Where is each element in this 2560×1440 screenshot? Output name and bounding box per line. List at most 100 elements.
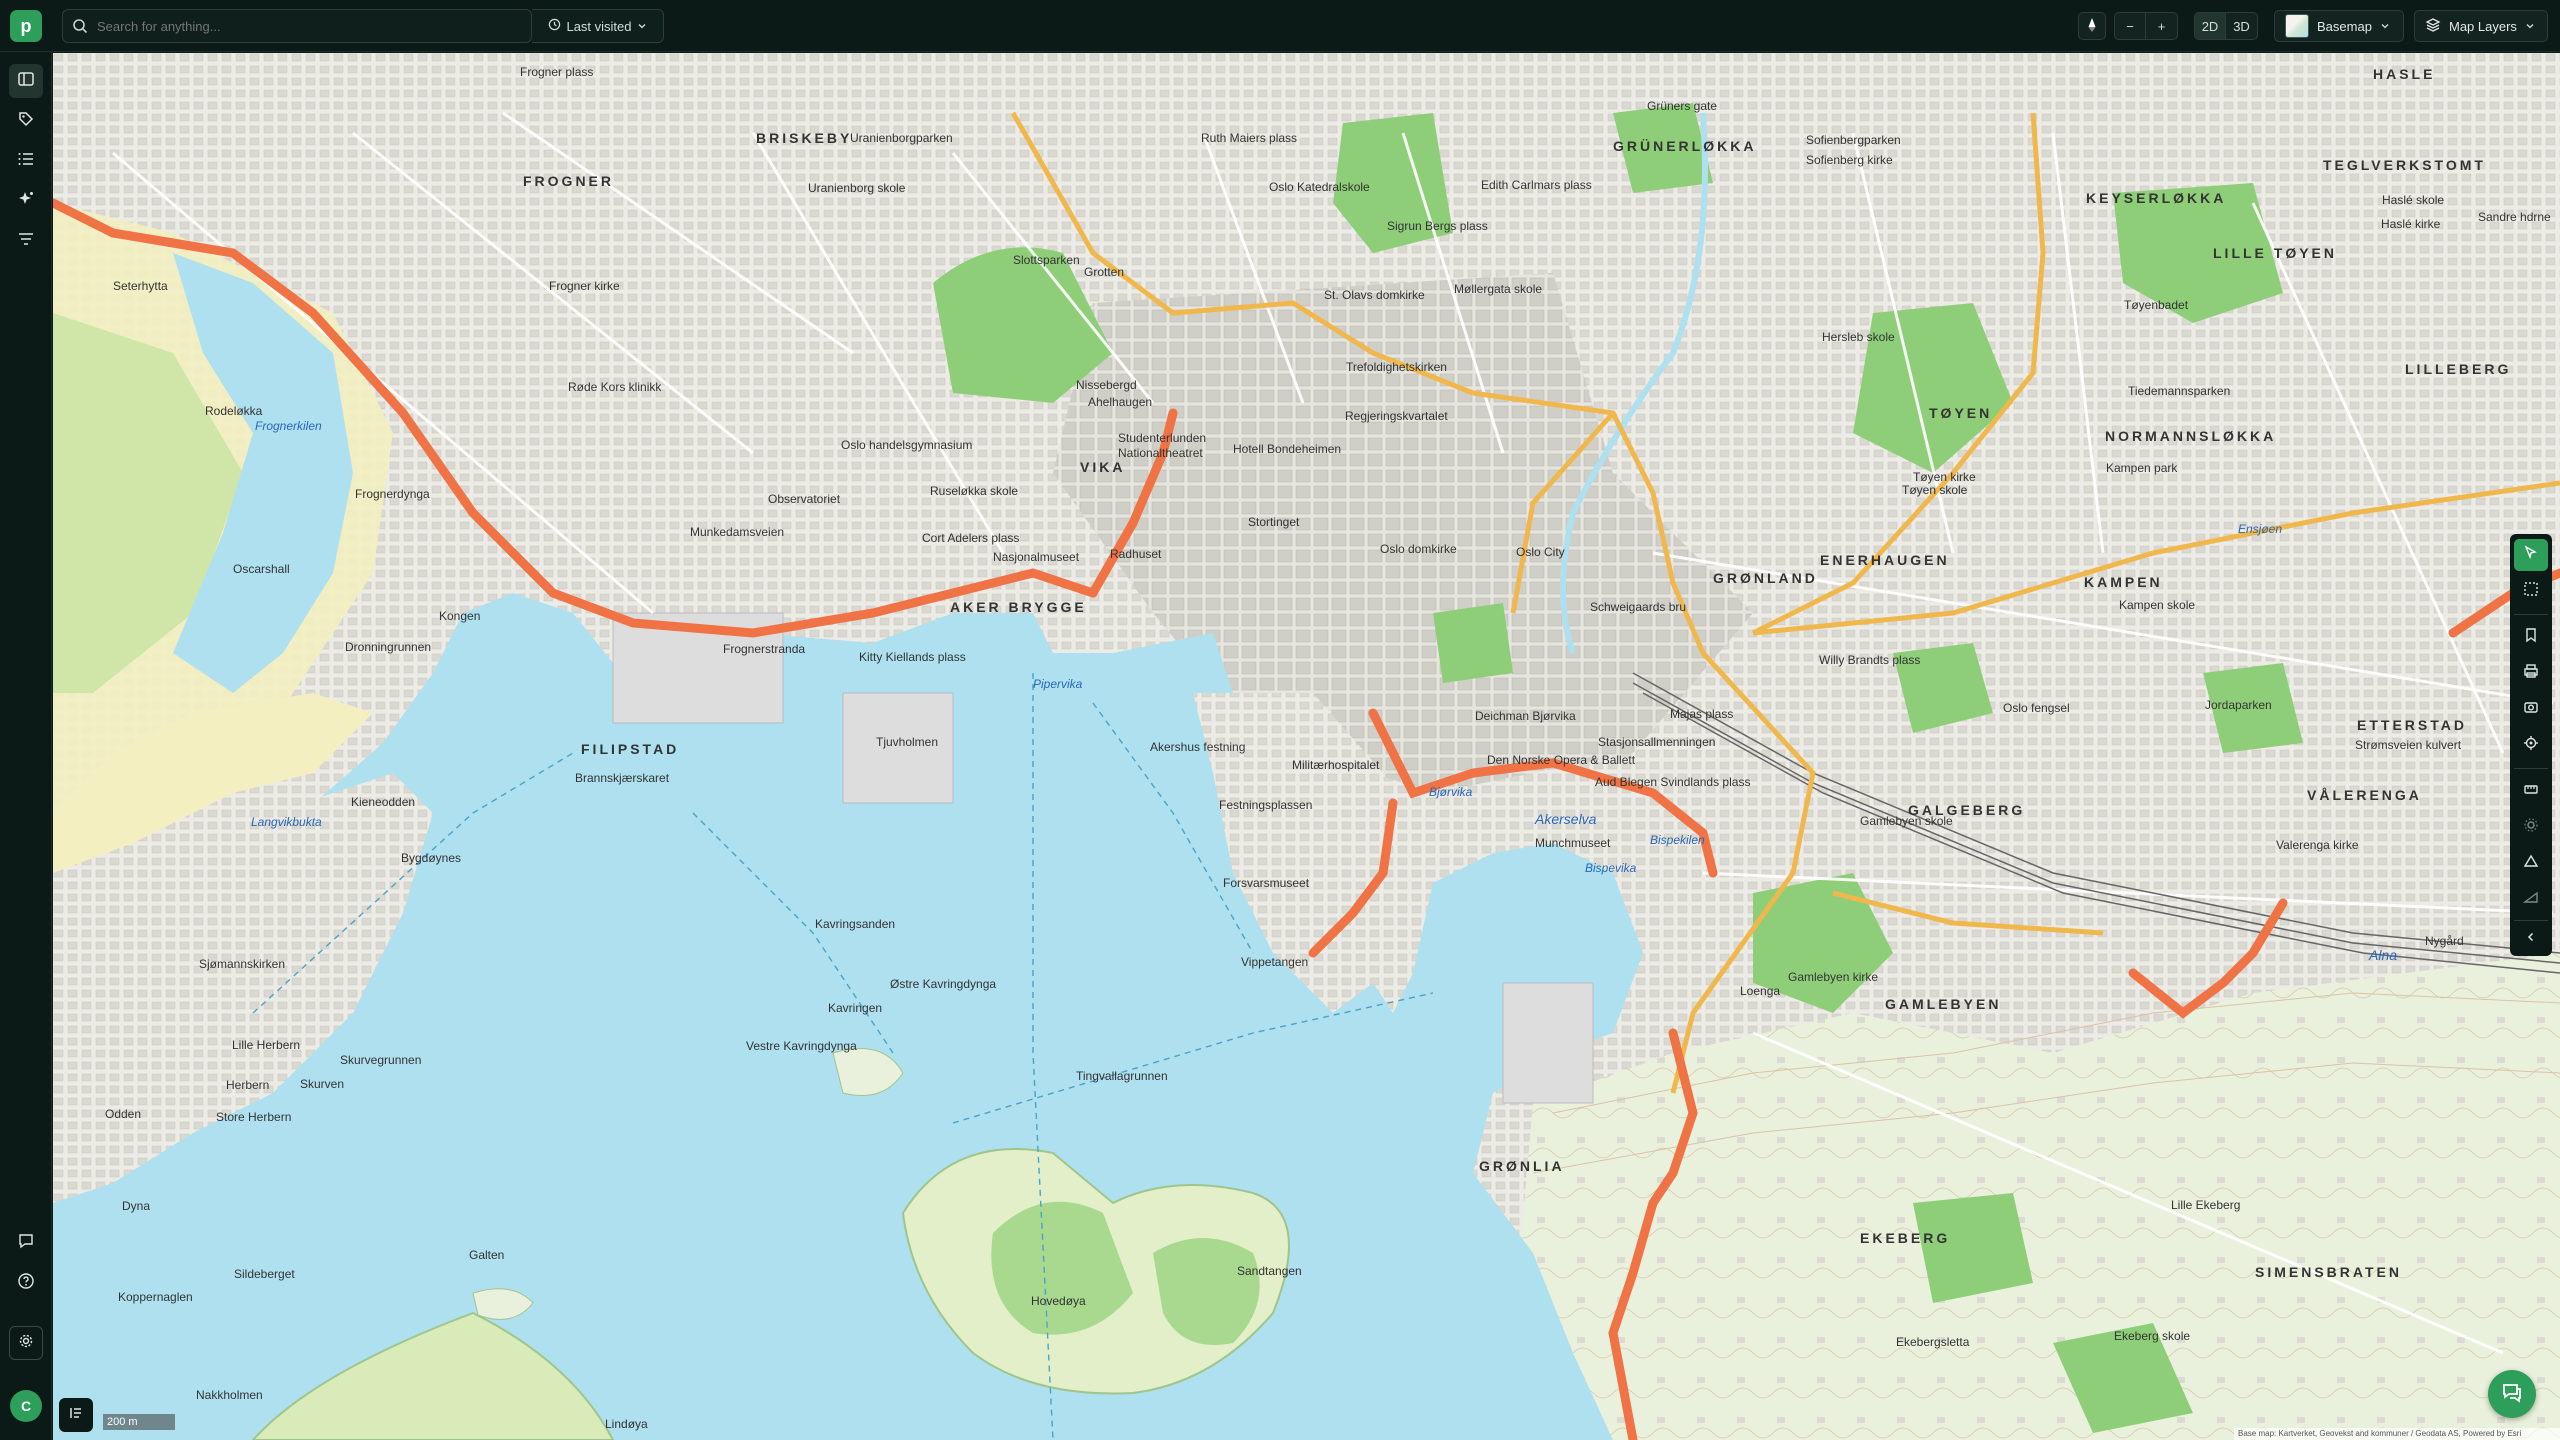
measure-button[interactable] (2514, 775, 2548, 807)
district-label: GRØNLIA (1479, 1158, 1565, 1174)
district-label: GRØNLAND (1713, 570, 1818, 586)
water-label: Bjørvika (1429, 785, 1473, 799)
place-label: Nasjonalmuseet (993, 550, 1080, 564)
legend-button[interactable] (59, 1398, 93, 1432)
place-label: Frognerstranda (723, 642, 806, 656)
place-label: Edith Carlmars plass (1481, 178, 1592, 192)
place-label: Ekebergsletta (1896, 1335, 1970, 1349)
place-label: Odden (105, 1107, 142, 1121)
top-bar: p Last visited − + 2D 3D Basemap Map Lay… (0, 0, 2560, 52)
view-mode-toggle: 2D 3D (2194, 12, 2258, 40)
place-label: Seterhytta (113, 279, 168, 293)
chevron-down-icon (637, 19, 647, 34)
map-attribution: Base map: Kartverket, Geovekst and kommu… (2234, 1428, 2560, 1440)
chevron-left-icon (2525, 930, 2537, 948)
north-arrow-button[interactable] (2078, 12, 2106, 40)
district-label: AKER BRYGGE (950, 599, 1087, 615)
marquee-icon (2523, 581, 2539, 602)
sidebar-help-button[interactable] (9, 1266, 43, 1300)
select-tool-button[interactable] (2514, 539, 2548, 571)
place-label: Munchmuseet (1535, 836, 1611, 850)
printer-icon (2523, 663, 2539, 684)
zoom-in-button[interactable]: + (2146, 13, 2177, 39)
search-box[interactable] (62, 9, 532, 43)
place-label: Lille Ekeberg (2171, 1198, 2241, 1212)
ruler-icon (2523, 781, 2539, 802)
place-label: Galten (469, 1248, 505, 1262)
zoom-out-button[interactable]: − (2115, 13, 2146, 39)
place-label: St. Olavs domkirke (1324, 288, 1425, 302)
place-label: Møllergata skole (1454, 282, 1543, 296)
daylight-button[interactable] (2514, 811, 2548, 843)
bookmark-button[interactable] (2514, 621, 2548, 653)
area-select-button[interactable] (2514, 575, 2548, 607)
place-label: Cort Adelers plass (922, 531, 1020, 545)
place-label: Hovedøya (1031, 1294, 1086, 1308)
place-label: Aud Blegen Svindlands plass (1595, 775, 1751, 789)
terrain-button[interactable] (2514, 847, 2548, 879)
sidebar-tags-button[interactable] (9, 104, 43, 138)
app-logo[interactable]: p (10, 10, 42, 42)
locate-button[interactable] (2514, 729, 2548, 761)
mode-3d-button[interactable]: 3D (2226, 13, 2257, 39)
district-label: LILLEBERG (2405, 361, 2512, 377)
place-label: Kampen park (2106, 461, 2178, 475)
place-label: Frogner kirke (549, 279, 620, 293)
district-label: TEGLVERKSTOMT (2323, 157, 2486, 173)
sparkle-icon (17, 190, 35, 213)
district-label: ETTERSTAD (2357, 717, 2467, 733)
place-label: Sofienbergparken (1806, 133, 1901, 147)
place-label: Studenterlunden (1118, 431, 1207, 445)
place-label: Frognerdynga (355, 487, 430, 501)
last-visited-dropdown[interactable]: Last visited (532, 9, 664, 43)
place-label: Kampen skole (2119, 598, 2196, 612)
sidebar-filter-button[interactable] (9, 224, 43, 258)
place-label: Vippetangen (1241, 955, 1309, 969)
chat-button[interactable] (2488, 1370, 2536, 1418)
search-input[interactable] (97, 18, 531, 34)
place-label: Østre Kavringdynga (890, 977, 997, 991)
clock-icon (548, 18, 561, 34)
screenshot-button[interactable] (2514, 693, 2548, 725)
sidebar-map-button[interactable] (9, 64, 43, 98)
basemap-label: Basemap (2317, 18, 2372, 34)
place-label: Loenga (1740, 984, 1781, 998)
slope-icon (2522, 889, 2539, 910)
sidebar-settings-button[interactable] (9, 1326, 43, 1360)
place-label: Vestre Kavringdynga (746, 1039, 857, 1053)
place-label: Schweigaards bru (1590, 600, 1687, 614)
sidebar-feedback-button[interactable] (9, 1226, 43, 1260)
place-label: Sildeberget (234, 1267, 295, 1281)
zoom-controls: − + (2114, 12, 2178, 40)
user-avatar[interactable]: C (10, 1390, 42, 1422)
place-label: Store Herbern (216, 1110, 292, 1124)
print-button[interactable] (2514, 657, 2548, 689)
map-layers-dropdown[interactable]: Map Layers (2414, 10, 2548, 42)
sidebar-list-button[interactable] (9, 144, 43, 178)
sidebar-ai-button[interactable] (9, 184, 43, 218)
place-label: Haslé skole (2382, 193, 2445, 207)
place-label: Jordaparken (2205, 698, 2272, 712)
district-label: TØYEN (1929, 405, 1993, 421)
place-label: Ruth Maiers plass (1201, 131, 1298, 145)
collapse-toolbar-button[interactable] (2514, 923, 2548, 955)
district-label: KAMPEN (2084, 574, 2163, 590)
district-label: VIKA (1080, 459, 1126, 475)
place-label: Herbern (226, 1078, 270, 1092)
slope-button[interactable] (2514, 883, 2548, 915)
mode-2d-button[interactable]: 2D (2195, 13, 2226, 39)
map-tool-panel (2510, 534, 2552, 956)
place-label: Røde Kors klinikk (568, 380, 662, 394)
place-label: Oslo Katedralskole (1269, 180, 1370, 194)
chevron-down-icon (2525, 19, 2535, 34)
basemap-dropdown[interactable]: Basemap (2274, 10, 2404, 42)
place-label: Tøyen kirke (1913, 470, 1976, 484)
water-label: Akerselva (1535, 811, 1597, 827)
water-label: Langvikbukta (251, 815, 322, 829)
place-label: Lindøya (605, 1417, 648, 1431)
left-sidebar: C (0, 52, 52, 1440)
water-label: Ensjøen (2238, 522, 2283, 536)
map-canvas[interactable]: BRISKEBY FROGNER GRÜNERLØKKA HASLE TEGLV… (53, 53, 2560, 1440)
water-label: Pipervika (1033, 677, 1083, 691)
chat-icon (2500, 1380, 2524, 1409)
